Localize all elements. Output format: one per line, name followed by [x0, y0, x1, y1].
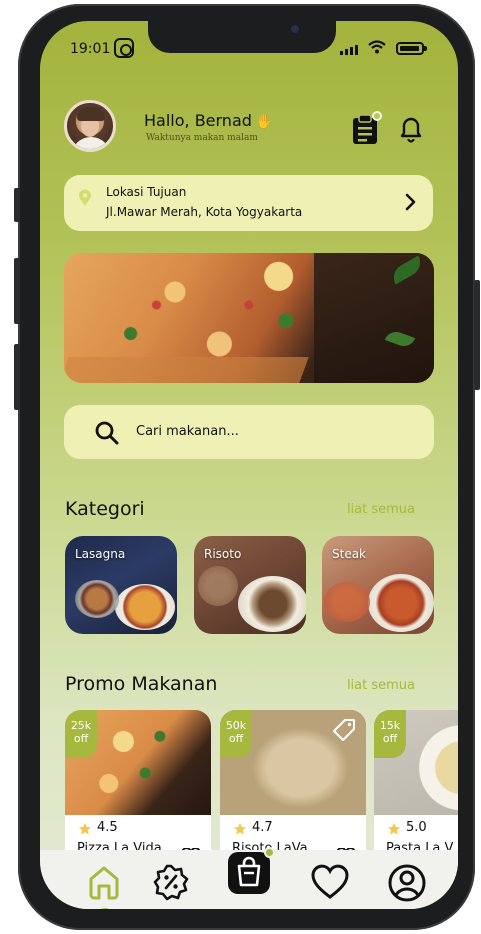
- rating-value: 4.7: [252, 820, 273, 835]
- instagram-icon: [114, 38, 134, 58]
- greeting-label: Hallo, Bernad: [144, 111, 252, 130]
- rating-value: 4.5: [97, 820, 118, 835]
- star-icon: [233, 821, 247, 835]
- category-steak[interactable]: Steak: [322, 536, 434, 634]
- status-time: 19:01: [70, 41, 111, 57]
- category-risoto[interactable]: Risoto: [194, 536, 306, 634]
- wifi-icon: [368, 39, 386, 58]
- location-pin-icon: [78, 189, 92, 207]
- front-camera: [291, 25, 299, 33]
- notification-dot: [372, 111, 382, 121]
- active-indicator: [98, 908, 112, 909]
- clipboard-icon[interactable]: [349, 111, 382, 145]
- silent-switch: [14, 188, 20, 222]
- price-tag-icon[interactable]: [332, 718, 356, 742]
- location-address: Jl.Mawar Merah, Kota Yogyakarta: [106, 205, 303, 219]
- pizza-banner[interactable]: [64, 253, 434, 383]
- categories-see-all-link[interactable]: liat semua: [347, 502, 415, 517]
- search-bar[interactable]: Cari makanan...: [64, 405, 434, 459]
- category-lasagna[interactable]: Lasagna: [65, 536, 177, 634]
- avatar[interactable]: [64, 100, 116, 152]
- category-label: Lasagna: [75, 547, 126, 561]
- power-button: [474, 280, 480, 390]
- location-card[interactable]: Lokasi Tujuan Jl.Mawar Merah, Kota Yogya…: [64, 175, 433, 231]
- promo-see-all-link[interactable]: liat semua: [347, 678, 415, 693]
- discount-badge: 25k off: [65, 710, 97, 758]
- home-icon[interactable]: [85, 863, 123, 901]
- search-input[interactable]: Cari makanan...: [136, 424, 239, 439]
- category-label: Risoto: [204, 547, 242, 561]
- greeting-text: Hallo, Bernad ✋: [144, 111, 273, 130]
- star-icon: [78, 821, 92, 835]
- location-label: Lokasi Tujuan: [106, 185, 187, 199]
- rating-value: 5.0: [406, 820, 427, 835]
- heart-icon[interactable]: [310, 863, 349, 901]
- bottom-nav: [40, 847, 458, 909]
- volume-up-button: [14, 258, 20, 324]
- signal-icon: [340, 45, 358, 55]
- promo-title: Promo Makanan: [65, 673, 218, 695]
- battery-icon: [396, 42, 427, 55]
- star-icon: [387, 821, 401, 835]
- cart-notification-dot: [264, 847, 275, 858]
- waving-hand-icon: ✋: [255, 114, 274, 130]
- categories-title: Kategori: [65, 498, 145, 520]
- chevron-right-icon[interactable]: [399, 191, 421, 213]
- bell-icon[interactable]: [396, 113, 426, 143]
- profile-icon[interactable]: [387, 863, 426, 902]
- shopping-bag-icon[interactable]: [228, 852, 270, 894]
- discount-badge: 50k off: [220, 710, 252, 758]
- phone-notch: [148, 21, 336, 53]
- discount-badge: 15k off: [374, 710, 406, 758]
- greeting-subtitle: Waktunya makan malam: [146, 133, 258, 143]
- volume-down-button: [14, 344, 20, 410]
- app-screen: 19:01 Hallo, Bernad ✋ Waktunya makan mala…: [40, 21, 458, 909]
- discount-icon[interactable]: [152, 863, 190, 901]
- category-label: Steak: [332, 547, 367, 561]
- search-icon: [94, 420, 120, 446]
